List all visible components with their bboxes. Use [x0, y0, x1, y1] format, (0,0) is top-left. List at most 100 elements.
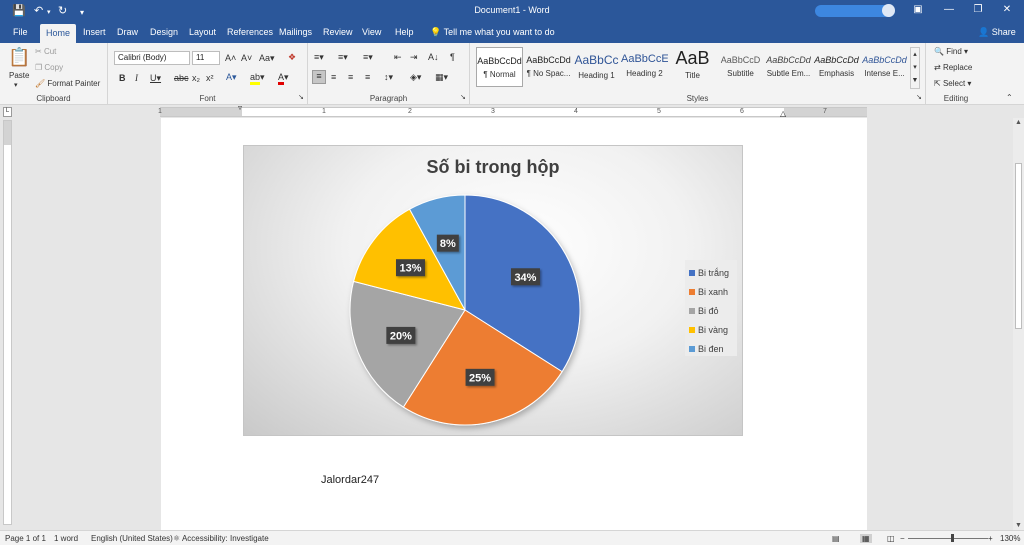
replace-button[interactable]: ⇄ Replace [934, 63, 972, 72]
bullets-icon[interactable]: ≡▾ [314, 52, 324, 63]
style-preview: AaBbCcDd [526, 55, 571, 65]
restore-icon[interactable]: ❐ [970, 4, 986, 15]
find-button[interactable]: 🔍 Find ▾ [934, 47, 968, 56]
style-subtitle[interactable]: AaBbCcD Subtitle [717, 47, 764, 87]
increase-indent-icon[interactable]: ⇥ [410, 52, 418, 63]
tab-view[interactable]: View [362, 27, 381, 37]
accessibility-status[interactable]: ⚛ Accessibility: Investigate [173, 534, 269, 543]
collapse-ribbon-icon[interactable]: ⌃ [1006, 93, 1013, 102]
zoom-in-icon[interactable]: + [988, 534, 993, 543]
cut-button[interactable]: ✂ Cut [35, 47, 56, 56]
minimize-icon[interactable]: — [941, 4, 957, 15]
tab-design[interactable]: Design [150, 27, 178, 37]
bold-icon[interactable]: B [119, 73, 126, 83]
style-no-spacing[interactable]: AaBbCcDd ¶ No Spac... [525, 47, 572, 87]
scroll-up-icon[interactable]: ▲ [1013, 119, 1024, 126]
scroll-thumb[interactable] [1015, 163, 1022, 329]
indent-marker-icon[interactable]: ▿ [238, 103, 242, 112]
document-page[interactable]: Số bi trong hộp 34% 25% 20% 13% 8% Bi trắng … [161, 118, 867, 530]
copy-button[interactable]: ❐ Copy [35, 63, 63, 72]
share-button[interactable]: 👤 Share [978, 27, 1016, 38]
pie-chart[interactable]: Số bi trong hộp 34% 25% 20% 13% 8% Bi trắng … [243, 145, 743, 436]
paste-button[interactable]: Paste [9, 71, 29, 80]
numbering-icon[interactable]: ≡▾ [338, 52, 348, 63]
tab-references[interactable]: References [227, 27, 273, 37]
borders-icon[interactable]: ▦▾ [435, 72, 448, 83]
tab-help[interactable]: Help [395, 27, 414, 37]
print-layout-icon[interactable]: ▦ [860, 534, 872, 543]
line-spacing-icon[interactable]: ↕▾ [384, 72, 393, 83]
paste-icon[interactable]: 📋 [8, 47, 30, 68]
highlight-icon[interactable]: ab▾ [250, 72, 265, 85]
close-icon[interactable]: ✕ [999, 4, 1015, 15]
ribbon-display-options-icon[interactable]: ▣ [910, 4, 926, 15]
style-preview: AaBbCcDd [477, 56, 522, 66]
style-heading-1[interactable]: AaBbCc Heading 1 [573, 47, 620, 87]
tab-layout[interactable]: Layout [189, 27, 216, 37]
style-name: Heading 1 [578, 71, 615, 80]
subscript-icon[interactable]: x₂ [192, 73, 200, 83]
select-button[interactable]: ⇱ Select ▾ [934, 79, 971, 88]
page-count[interactable]: Page 1 of 1 [5, 534, 46, 543]
align-center-icon[interactable]: ≡ [331, 72, 336, 82]
font-size-select[interactable]: 11 [192, 51, 220, 65]
scroll-down-icon[interactable]: ▼ [1013, 522, 1024, 529]
format-painter-button[interactable]: 🖌 Format Painter [35, 79, 100, 88]
style-subtle-emphasis[interactable]: AaBbCcDd Subtle Em... [765, 47, 812, 87]
style-preview: AaBbCcD [720, 55, 761, 65]
web-layout-icon[interactable]: ◫ [887, 534, 895, 543]
strikethrough-icon[interactable]: abc [174, 73, 189, 83]
tab-draw[interactable]: Draw [117, 27, 138, 37]
justify-icon[interactable]: ≡ [365, 72, 370, 82]
clipboard-label: Clipboard [36, 94, 71, 103]
style-intense-emphasis[interactable]: AaBbCcDd Intense E... [861, 47, 908, 87]
shrink-font-icon[interactable]: A˅ [241, 53, 252, 63]
tab-review[interactable]: Review [323, 27, 353, 37]
tell-me-search[interactable]: 💡 Tell me what you want to do [430, 27, 555, 38]
superscript-icon[interactable]: x² [206, 73, 214, 83]
grow-font-icon[interactable]: A˄ [225, 53, 236, 63]
vertical-ruler[interactable] [3, 120, 12, 525]
replace-label: Replace [942, 63, 973, 72]
zoom-level[interactable]: 130% [1000, 534, 1020, 543]
style-title[interactable]: AaB Title [669, 47, 716, 87]
sort-icon[interactable]: A↓ [428, 52, 439, 62]
style-heading-2[interactable]: AaBbCcE Heading 2 [621, 47, 668, 87]
paragraph-launcher-icon[interactable]: ↘ [460, 93, 466, 101]
show-formatting-icon[interactable]: ¶ [450, 52, 455, 62]
right-indent-marker-icon[interactable]: △ [780, 109, 786, 118]
document-text[interactable]: Jalordar247 [321, 474, 379, 486]
tab-home[interactable]: Home [40, 24, 77, 43]
tab-insert[interactable]: Insert [83, 27, 106, 37]
underline-icon[interactable]: U▾ [150, 73, 161, 84]
styles-launcher-icon[interactable]: ↘ [916, 93, 922, 101]
change-case-icon[interactable]: Aa▾ [259, 53, 275, 64]
style-normal[interactable]: AaBbCcDd ¶ Normal [476, 47, 523, 87]
zoom-slider-thumb[interactable] [951, 534, 954, 542]
styles-gallery-scroll[interactable]: ▴ ▾ ▼ [910, 47, 920, 89]
word-count[interactable]: 1 word [54, 534, 78, 543]
align-right-icon[interactable]: ≡ [348, 72, 353, 82]
language-status[interactable]: English (United States) [91, 534, 173, 543]
focus-mode-icon[interactable]: ▤ [832, 534, 840, 543]
tab-file[interactable]: File [13, 27, 28, 37]
shading-icon[interactable]: ◈▾ [410, 72, 421, 83]
clear-formatting-icon[interactable]: ❖ [288, 52, 296, 63]
font-family-select[interactable]: Calibri (Body) [114, 51, 190, 65]
align-left-icon[interactable]: ≡ [312, 70, 326, 84]
font-color-icon[interactable]: A▾ [278, 72, 289, 85]
italic-icon[interactable]: I [135, 73, 138, 83]
zoom-slider[interactable] [908, 538, 988, 539]
paste-dropdown-icon[interactable]: ▾ [14, 81, 18, 89]
avatar[interactable] [882, 4, 895, 17]
tab-selector-icon[interactable]: L [3, 107, 12, 117]
tab-mailings[interactable]: Mailings [279, 27, 312, 37]
zoom-out-icon[interactable]: − [900, 534, 905, 543]
font-launcher-icon[interactable]: ↘ [298, 93, 304, 101]
multilevel-list-icon[interactable]: ≡▾ [363, 52, 373, 63]
vertical-scrollbar[interactable]: ▲ ▼ [1013, 118, 1024, 530]
horizontal-ruler[interactable]: 1 1 2 3 4 5 6 7 ▿ △ [158, 103, 867, 118]
decrease-indent-icon[interactable]: ⇤ [394, 52, 402, 63]
text-effects-icon[interactable]: A▾ [226, 72, 237, 83]
style-emphasis[interactable]: AaBbCcDd Emphasis [813, 47, 860, 87]
